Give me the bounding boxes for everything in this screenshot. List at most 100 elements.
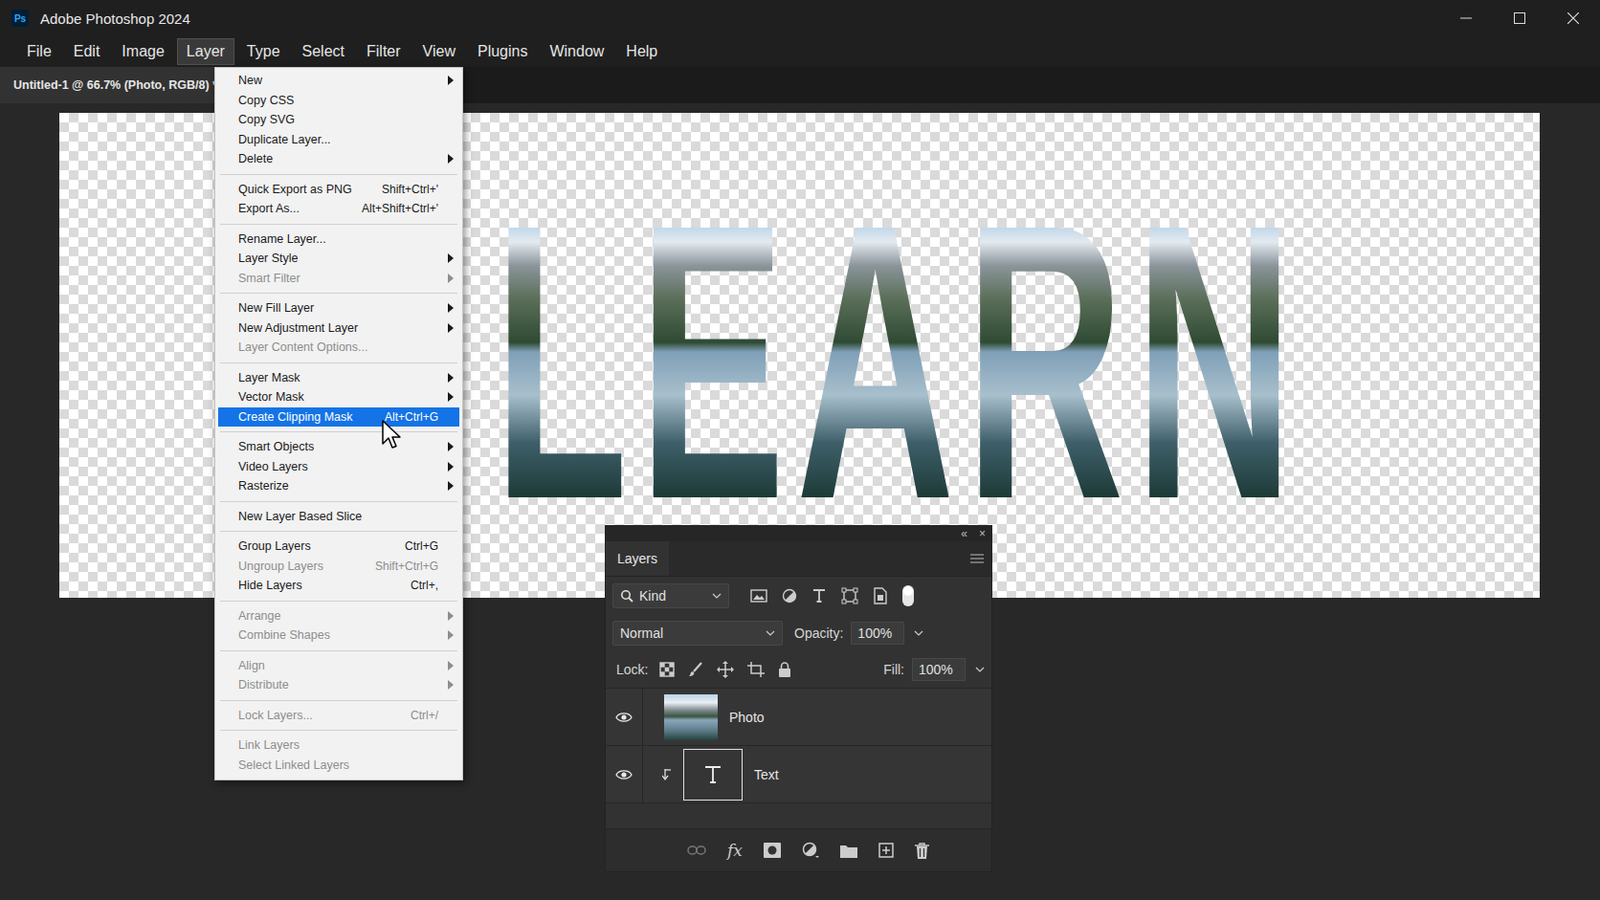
menu-bar-item[interactable]: Plugins [467,38,537,66]
menu-item[interactable]: Video Layers [218,457,460,478]
menu-item[interactable]: Quick Export as PNGShift+Ctrl+' [218,179,460,200]
menu-item[interactable]: Copy SVG [218,110,460,131]
visibility-toggle[interactable] [605,746,644,803]
opacity-field[interactable]: 100% [850,622,905,645]
menu-item[interactable]: Layer Style [218,248,460,269]
menu-item[interactable]: Layer Mask [218,368,460,389]
menu-bar-item[interactable]: Edit [64,38,111,66]
close-button[interactable] [1546,0,1600,37]
visibility-toggle[interactable] [605,688,644,746]
delete-layer-trash-icon[interactable] [914,843,930,860]
lock-position-move-icon[interactable] [716,661,734,679]
menu-separator [220,600,458,602]
submenu-arrow-icon [447,75,454,86]
fill-field[interactable]: 100% [911,658,966,682]
layer-style-button[interactable]: fx [727,841,743,861]
panel-menu-icon[interactable] [970,554,984,564]
adjustment-layer-filter-icon[interactable] [781,588,798,604]
pixel-layer-filter-icon[interactable] [750,588,768,604]
menu-bar-item[interactable]: Image [111,38,174,66]
menu-item[interactable]: Vector Mask [218,387,460,408]
menu-bar-item[interactable]: Help [616,38,667,66]
menu-item[interactable]: Smart Filter [218,268,460,289]
menu-bar-item[interactable]: Window [539,38,614,66]
menu-separator [220,730,458,732]
maximize-button[interactable] [1492,0,1547,37]
menu-separator [220,501,458,503]
menu-item[interactable]: Hide LayersCtrl+, [218,576,460,597]
menu-item[interactable]: Smart Objects [218,437,460,458]
menu-item-label: Duplicate Layer... [238,133,332,147]
menu-item-label: Layer Style [238,251,299,266]
new-group-folder-icon[interactable] [840,844,858,859]
link-layers-icon[interactable] [687,844,707,857]
chevron-down-icon[interactable] [975,666,985,673]
filter-toggle[interactable] [902,585,914,607]
panel-close-button[interactable]: × [978,528,986,540]
menu-bar-item[interactable]: Filter [356,38,411,66]
menu-item[interactable]: Create Clipping MaskAlt+Ctrl+G [218,407,460,428]
menu-item[interactable]: Group LayersCtrl+G [218,536,460,557]
menu-item[interactable]: Layer Content Options... [218,337,460,358]
menu-item-label: Smart Objects [238,440,314,454]
menu-bar-item[interactable]: Select [292,38,355,66]
lock-artboard-icon[interactable] [747,662,765,678]
menu-item[interactable]: New Layer Based Slice [218,507,460,528]
menu-item[interactable]: Rasterize [218,476,460,497]
menu-item[interactable]: Rename Layer... [218,229,460,250]
submenu-arrow-icon [447,611,454,622]
menu-item[interactable]: New [218,70,460,91]
layer-row[interactable]: Photo [605,688,992,747]
layers-tab[interactable]: Layers [605,541,669,577]
menu-item[interactable]: Align [218,656,460,677]
menu-item-label: Ungroup Layers [238,559,324,574]
menu-item-label: Rasterize [238,479,289,493]
menu-bar-item[interactable]: Layer [177,38,235,66]
blend-row: NormalOpacity:100% [605,615,992,652]
lock-all-padlock-icon[interactable] [777,662,792,678]
menu-bar-item[interactable]: View [413,38,466,66]
menu-item[interactable]: Arrange [218,606,460,627]
menu-separator [220,174,458,176]
fill-label: Fill: [883,662,905,678]
menu-item[interactable]: Export As...Alt+Shift+Ctrl+' [218,199,460,220]
menu-item[interactable]: Ungroup LayersShift+Ctrl+G [218,556,460,578]
shape-layer-filter-icon[interactable] [841,587,859,605]
blend-mode-dropdown[interactable]: Normal [612,621,783,646]
menu-item[interactable]: Combine Shapes [218,625,460,646]
chevron-down-icon[interactable] [913,630,924,637]
photoshop-window: PsAdobe Photoshop 2024FileEditImageLayer… [0,0,1600,900]
menu-item[interactable]: Distribute [218,675,460,696]
new-adjustment-icon[interactable] [801,842,820,860]
menu-bar-item[interactable]: Type [237,38,290,66]
panel-footer: fx [605,828,992,872]
new-layer-icon[interactable] [878,843,894,859]
menu-item[interactable]: Duplicate Layer... [218,130,460,151]
menu-item[interactable]: Lock Layers...Ctrl+/ [218,706,460,727]
menu-bar: FileEditImageLayerTypeSelectFilterViewPl… [0,36,1600,67]
minimize-button[interactable] [1439,0,1493,37]
clipping-arrow-icon [662,768,672,782]
menu-bar-item[interactable]: File [17,38,62,66]
minimize-icon [1460,12,1472,24]
type-layer-filter-icon[interactable] [811,588,827,604]
smart-object-filter-icon[interactable] [872,587,889,605]
maximize-icon [1513,12,1526,24]
lock-pixels-brush-icon[interactable] [688,662,704,678]
collapse-button[interactable]: « [960,528,968,540]
layer-row[interactable]: Text [605,746,992,804]
menu-item-label: Combine Shapes [238,628,331,643]
kind-filter-dropdown[interactable]: Kind [612,583,730,609]
submenu-arrow-icon [447,462,454,472]
menu-item[interactable]: New Fill Layer [218,298,460,319]
menu-item[interactable]: Copy CSS [218,90,460,112]
menu-item-label: Distribute [238,678,289,692]
menu-item[interactable]: Delete [218,149,460,170]
menu-item[interactable]: New Adjustment Layer [218,318,460,339]
document-tab[interactable]: Untitled-1 @ 66.7% (Photo, RGB/8) * [0,66,231,104]
layer-thumbnail [683,749,743,801]
add-mask-icon[interactable] [763,843,781,859]
lock-transparency-icon[interactable] [659,662,675,678]
menu-item[interactable]: Select Linked Layers [218,755,460,777]
menu-item[interactable]: Link Layers [218,735,460,756]
